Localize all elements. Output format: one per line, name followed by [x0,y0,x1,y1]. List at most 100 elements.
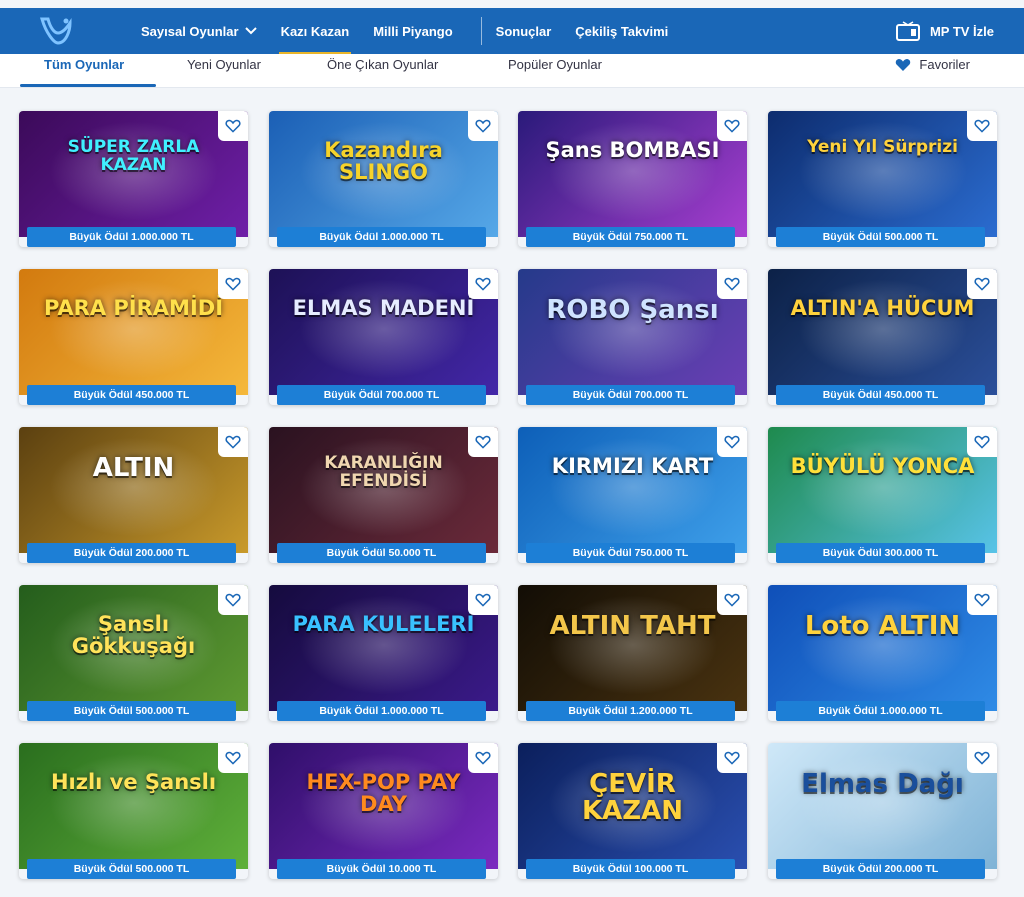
heart-outline-icon [225,277,241,291]
favorite-button[interactable] [218,743,248,773]
heart-outline-icon [225,593,241,607]
favorite-button[interactable] [967,427,997,457]
artwork-glow [299,279,469,379]
game-artwork: ELMAS MADENİ [269,269,498,395]
game-artwork: KIRMIZI KART [518,427,747,553]
game-artwork: Şans BOMBASI [518,111,747,237]
favorite-button[interactable] [218,111,248,141]
game-card[interactable]: PARA KULELERİ Büyük Ödül 1.000.000 TL [269,585,498,721]
favorite-button[interactable] [468,427,498,457]
game-card[interactable]: ALTIN TAHT Büyük Ödül 1.200.000 TL [518,585,747,721]
artwork-glow [49,437,219,537]
prize-label: Büyük Ödül 500.000 TL [27,701,236,721]
nav-sonuclar[interactable]: Sonuçlar [496,24,552,39]
nav-label: Milli Piyango [373,23,453,39]
favorite-button[interactable] [717,585,747,615]
prize-label: Büyük Ödül 750.000 TL [526,227,735,247]
favorite-button[interactable] [468,269,498,299]
nav-label: Sayısal Oyunlar [141,23,239,39]
game-card[interactable]: Şanslı Gökkuşağı Büyük Ödül 500.000 TL [19,585,248,721]
artwork-glow [548,437,718,537]
game-title: Hızlı ve Şanslı [50,770,217,794]
chevron-down-icon [244,27,257,35]
favorite-button[interactable] [967,585,997,615]
game-card[interactable]: Loto ALTIN Büyük Ödül 1.000.000 TL [768,585,997,721]
heart-outline-icon [974,751,990,765]
heart-outline-icon [974,435,990,449]
game-artwork: Loto ALTIN [768,585,997,711]
game-artwork: ÇEVİR KAZAN [518,743,747,869]
game-card[interactable]: ÇEVİR KAZAN Büyük Ödül 100.000 TL [518,743,747,879]
artwork-glow [49,753,219,853]
prize-label: Büyük Ödül 1.000.000 TL [277,227,486,247]
game-card[interactable]: ALTIN'A HÜCUM Büyük Ödül 450.000 TL [768,269,997,405]
nav-milli-piyango[interactable]: Milli Piyango [373,24,452,39]
artwork-glow [798,595,968,695]
heart-outline-icon [724,435,740,449]
heart-outline-icon [475,277,491,291]
heart-outline-icon [724,593,740,607]
artwork-glow [798,437,968,537]
favorite-button[interactable] [218,427,248,457]
favorite-button[interactable] [468,743,498,773]
prize-label: Büyük Ödül 1.000.000 TL [277,701,486,721]
game-card[interactable]: Yeni Yıl Sürprizi Büyük Ödül 500.000 TL [768,111,997,247]
tab-tum-oyunlar[interactable]: Tüm Oyunlar [44,57,124,72]
game-card[interactable]: SÜPER ZARLA KAZAN Büyük Ödül 1.000.000 TL [19,111,248,247]
game-card[interactable]: Kazandıra SLINGO Büyük Ödül 1.000.000 TL [269,111,498,247]
favorite-button[interactable] [717,743,747,773]
favorite-button[interactable] [717,427,747,457]
game-title: BÜYÜLÜ YONCA [790,454,975,478]
favorites-link[interactable]: Favoriler [895,57,970,72]
favorite-button[interactable] [218,269,248,299]
game-card[interactable]: Şans BOMBASI Büyük Ödül 750.000 TL [518,111,747,247]
mp-tv-button[interactable]: MP TV İzle [895,8,994,54]
game-card[interactable]: HEX-POP PAY DAY Büyük Ödül 10.000 TL [269,743,498,879]
favorite-button[interactable] [717,269,747,299]
tab-yeni-oyunlar[interactable]: Yeni Oyunlar [187,57,261,72]
tab-one-cikan-oyunlar[interactable]: Öne Çıkan Oyunlar [327,57,438,72]
game-card[interactable]: ALTIN Büyük Ödül 200.000 TL [19,427,248,563]
game-title: Elmas Dağı [801,769,964,799]
game-title: KIRMIZI KART [551,454,714,478]
tab-populer-oyunlar[interactable]: Popüler Oyunlar [508,57,602,72]
tv-icon [895,21,920,41]
active-tab-indicator [20,84,156,87]
game-title: Şanslı Gökkuşağı [71,612,196,659]
nav-sayisal-oyunlar[interactable]: Sayısal Oyunlar [141,24,257,39]
favorite-button[interactable] [967,269,997,299]
game-artwork: SÜPER ZARLA KAZAN [19,111,248,237]
game-title: KARANLIĞIN EFENDİSİ [324,453,443,491]
prize-label: Büyük Ödül 50.000 TL [277,543,486,563]
nav-cekilis-takvimi[interactable]: Çekiliş Takvimi [575,24,668,39]
artwork-glow [49,279,219,379]
top-navigation: Sayısal Oyunlar Kazı Kazan Milli Piyango… [0,8,1024,55]
game-card[interactable]: Hızlı ve Şanslı Büyük Ödül 500.000 TL [19,743,248,879]
prize-label: Büyük Ödül 10.000 TL [277,859,486,879]
prize-label: Büyük Ödül 750.000 TL [526,543,735,563]
game-card[interactable]: PARA PİRAMİDİ Büyük Ödül 450.000 TL [19,269,248,405]
game-card[interactable]: Elmas Dağı Büyük Ödül 200.000 TL [768,743,997,879]
milli-piyango-logo[interactable] [36,13,76,49]
game-artwork: Hızlı ve Şanslı [19,743,248,869]
game-card[interactable]: BÜYÜLÜ YONCA Büyük Ödül 300.000 TL [768,427,997,563]
heart-outline-icon [225,751,241,765]
heart-outline-icon [475,119,491,133]
favorite-button[interactable] [468,111,498,141]
main-nav: Sayısal Oyunlar Kazı Kazan Milli Piyango… [141,8,692,55]
favorite-button[interactable] [717,111,747,141]
nav-label: Çekiliş Takvimi [575,23,669,39]
game-card[interactable]: ELMAS MADENİ Büyük Ödül 700.000 TL [269,269,498,405]
game-card[interactable]: KIRMIZI KART Büyük Ödül 750.000 TL [518,427,747,563]
game-card[interactable]: KARANLIĞIN EFENDİSİ Büyük Ödül 50.000 TL [269,427,498,563]
nav-kazi-kazan[interactable]: Kazı Kazan [278,23,351,55]
favorite-button[interactable] [468,585,498,615]
nav-label: Kazı Kazan [280,23,350,39]
favorite-button[interactable] [218,585,248,615]
game-title: PARA KULELERİ [292,612,475,636]
game-artwork: Kazandıra SLINGO [269,111,498,237]
favorite-button[interactable] [967,743,997,773]
game-card[interactable]: ROBO Şansı Büyük Ödül 700.000 TL [518,269,747,405]
game-artwork: ROBO Şansı [518,269,747,395]
favorite-button[interactable] [967,111,997,141]
